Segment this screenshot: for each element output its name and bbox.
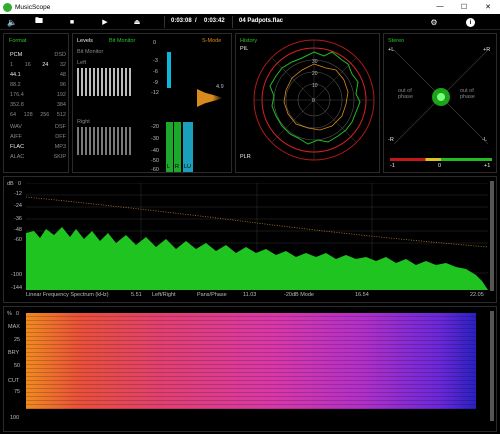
- level-meter-left: [167, 52, 171, 88]
- level-histogram: [197, 89, 223, 107]
- eject-button[interactable]: ⏏: [132, 16, 142, 28]
- bit-monitor-mode[interactable]: Bit Monitor: [109, 38, 135, 44]
- format-row: PCM DSD: [10, 52, 66, 58]
- time-separator: /: [195, 18, 197, 24]
- title-bar: MusicScope — ☐ ✕: [0, 0, 500, 14]
- spectrogram-stripes: [26, 313, 476, 409]
- window-title: MusicScope: [15, 3, 51, 11]
- bit-monitor-label: Bit Monitor: [77, 49, 104, 55]
- minimize-icon[interactable]: —: [428, 3, 452, 11]
- bit-grid-right: [77, 127, 133, 155]
- s-mode-label[interactable]: S-Mode: [202, 38, 221, 44]
- volume-icon[interactable]: 🔈: [6, 16, 18, 28]
- levels-title: Levels: [77, 38, 93, 44]
- stop-button[interactable]: ■: [67, 16, 77, 28]
- spectrogram-panel: % 0 25 50 75 100 MAX BRY CUT: [3, 306, 497, 432]
- db-mode-toggle[interactable]: -20dB Mode: [284, 292, 314, 298]
- history-radar: 30 20 10 0: [253, 39, 375, 161]
- gear-icon[interactable]: ⚙: [428, 16, 440, 28]
- play-button[interactable]: ▶: [100, 16, 110, 28]
- spectrum-mode-label[interactable]: Linear Frequency Spectrum (kHz): [26, 292, 109, 298]
- app-logo-icon: [3, 2, 12, 12]
- total-time: 0:03:42: [204, 18, 225, 24]
- elapsed-time: 0:03:08: [171, 18, 192, 24]
- svg-text:30: 30: [312, 59, 318, 65]
- pil-label: PIL: [240, 46, 249, 52]
- levels-panel: Levels Bit Monitor Bit Monitor Left Righ…: [72, 33, 232, 173]
- format-panel: Format PCM DSD 1 16 24 32 44.1 48 88.2 96 1…: [3, 33, 69, 173]
- spectrum-scrollbar[interactable]: [490, 181, 494, 291]
- left-right-toggle[interactable]: Left/Right: [152, 292, 176, 298]
- history-panel: History PIL PLR 30 20 10 0: [235, 33, 380, 173]
- maximize-icon[interactable]: ☐: [452, 3, 476, 11]
- stereo-panel: Stereo +L +R -R -L out of phase out of p…: [383, 33, 497, 173]
- spectrum-plot: [26, 183, 488, 290]
- folder-icon[interactable]: 🖿: [33, 16, 45, 28]
- spectrum-panel: dB 0 -12 -24 -36 -48 -60 -100 -144 Linea…: [3, 176, 497, 303]
- db-label: dB: [7, 181, 14, 187]
- left-channel-label: Left: [77, 60, 87, 66]
- spectrogram-scrollbar[interactable]: [490, 311, 494, 421]
- peak-value: 4.9: [216, 84, 224, 90]
- right-channel-label: Right: [77, 119, 90, 125]
- svg-text:10: 10: [312, 83, 318, 89]
- svg-text:0: 0: [312, 98, 315, 104]
- plr-label: PLR: [240, 154, 251, 160]
- bit-grid-left: [77, 68, 133, 96]
- toolbar: 🔈 🖿 ■ ▶ ⏏ 0:03:08 / 0:03:42 04 Padpots.f…: [0, 14, 500, 30]
- svg-text:20: 20: [312, 71, 318, 77]
- format-title: Format: [9, 38, 27, 44]
- stereo-title: Stereo: [388, 38, 405, 44]
- cut-marker: CUT: [8, 378, 20, 384]
- close-icon[interactable]: ✕: [476, 3, 500, 11]
- goniometer: [394, 50, 488, 144]
- correlation-meter: [390, 158, 492, 161]
- max-marker: MAX: [8, 324, 20, 330]
- info-icon[interactable]: i: [466, 18, 475, 27]
- track-name: 04 Padpots.flac: [239, 18, 284, 24]
- bit-depth-row: 1 16 24 32: [10, 62, 66, 68]
- bry-marker: BRY: [8, 350, 20, 356]
- pans-phase-toggle[interactable]: Pans/Phase: [197, 292, 227, 298]
